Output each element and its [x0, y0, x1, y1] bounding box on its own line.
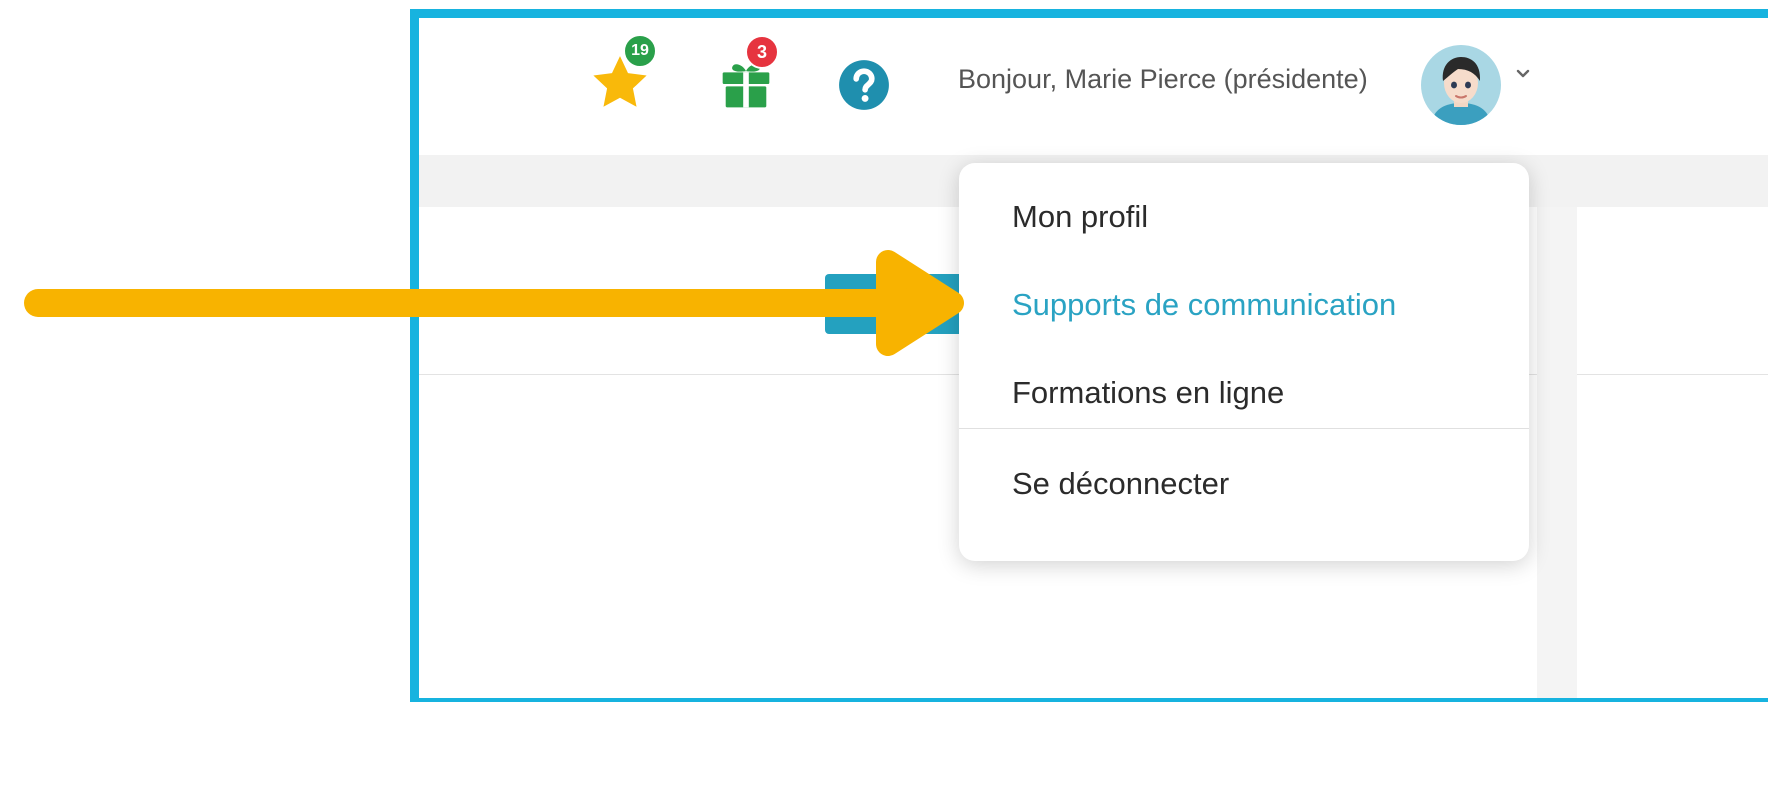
menu-item-supports-de-communication[interactable]: Supports de communication — [1012, 285, 1396, 325]
chevron-down-icon[interactable] — [1515, 68, 1531, 80]
menu-item-formations-en-ligne[interactable]: Formations en ligne — [1012, 373, 1284, 413]
menu-item-se-deconnecter[interactable]: Se déconnecter — [1012, 464, 1229, 504]
annotation-arrow — [24, 250, 964, 356]
menu-item-mon-profil[interactable]: Mon profil — [1012, 197, 1148, 237]
favorites-count-badge: 19 — [623, 34, 657, 68]
user-dropdown-menu: Mon profil Supports de communication For… — [959, 163, 1529, 561]
menu-divider — [959, 428, 1529, 429]
user-greeting: Bonjour, Marie Pierce (présidente) — [958, 64, 1368, 94]
avatar-image — [1421, 45, 1501, 125]
gifts-count-badge: 3 — [745, 35, 779, 69]
right-gutter — [1537, 207, 1577, 698]
avatar[interactable] — [1421, 45, 1501, 125]
help-icon[interactable] — [838, 59, 890, 111]
top-bar: 19 3 Bonjour, Marie Pierce (présidente) — [419, 18, 1768, 155]
